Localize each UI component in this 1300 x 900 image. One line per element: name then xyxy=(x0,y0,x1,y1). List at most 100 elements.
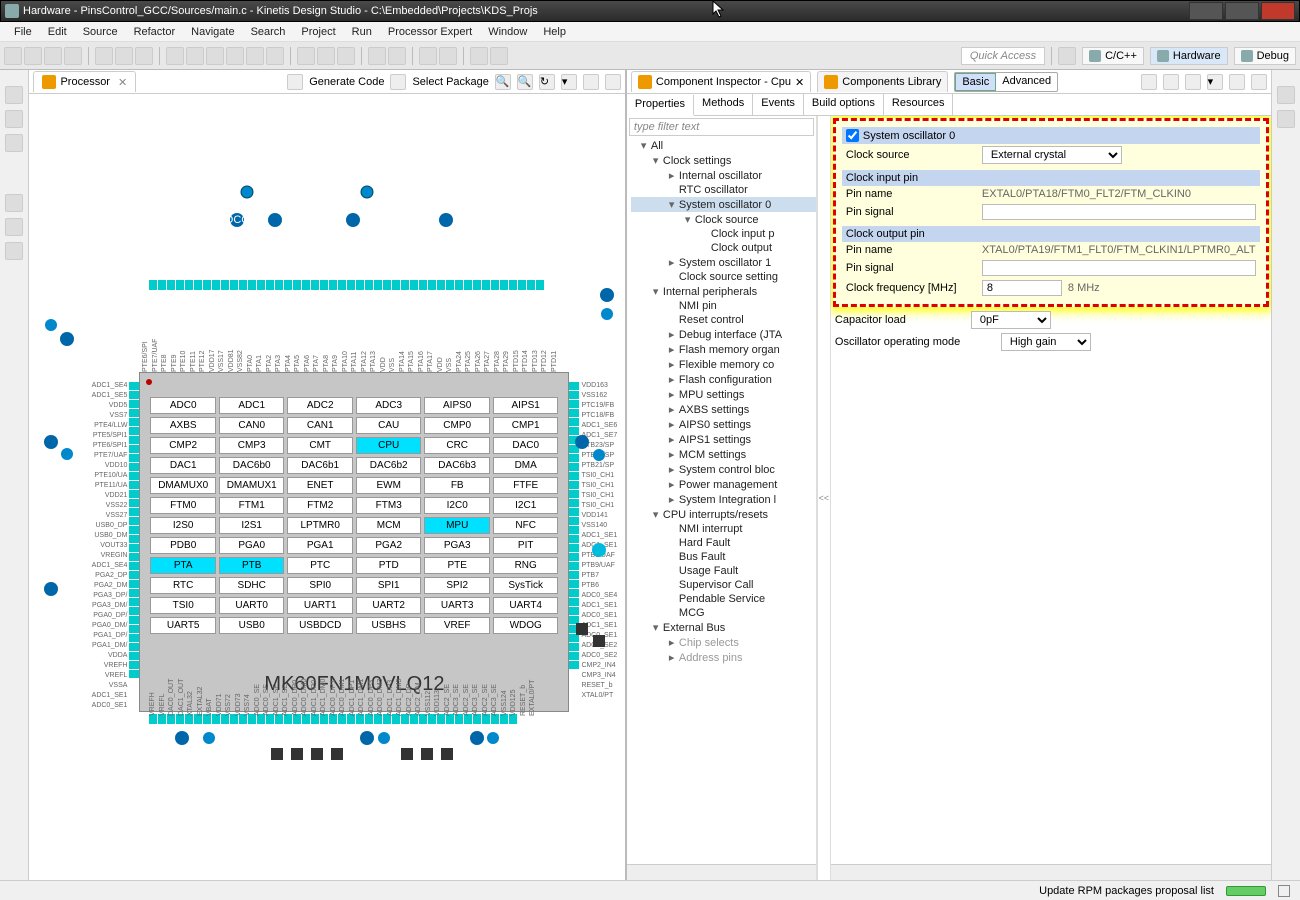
chip-block-adc3[interactable]: ADC3 xyxy=(356,397,422,414)
build-icon[interactable] xyxy=(95,47,113,65)
tree-node[interactable]: ▸Chip selects xyxy=(631,635,816,650)
cap-load-select[interactable]: 0pF xyxy=(971,311,1051,329)
chip-block-pta[interactable]: PTA xyxy=(150,557,216,574)
minimize-button[interactable] xyxy=(1189,2,1223,20)
pin[interactable] xyxy=(455,280,463,290)
chip-block-ptc[interactable]: PTC xyxy=(287,557,353,574)
pin[interactable] xyxy=(473,280,481,290)
trim-view1-icon[interactable] xyxy=(5,86,23,104)
chip-block-adc0[interactable]: ADC0 xyxy=(150,397,216,414)
chip-block-dac6b3[interactable]: DAC6b3 xyxy=(424,457,490,474)
menu-search[interactable]: Search xyxy=(243,24,294,40)
debug-resume-icon[interactable] xyxy=(166,47,184,65)
chip-block-uart3[interactable]: UART3 xyxy=(424,597,490,614)
menu-help[interactable]: Help xyxy=(535,24,574,40)
chip-block-rtc[interactable]: RTC xyxy=(150,577,216,594)
pin[interactable] xyxy=(129,436,139,444)
pin[interactable] xyxy=(569,463,579,471)
chip-block-nfc[interactable]: NFC xyxy=(493,517,559,534)
pin[interactable] xyxy=(464,280,472,290)
annotate-icon[interactable] xyxy=(439,47,457,65)
pin[interactable] xyxy=(293,280,301,290)
save-icon[interactable] xyxy=(24,47,42,65)
subtab-events[interactable]: Events xyxy=(753,94,804,115)
menu-file[interactable]: File xyxy=(6,24,40,40)
pin[interactable] xyxy=(129,445,139,453)
pin[interactable] xyxy=(311,280,319,290)
tree-node[interactable]: Clock input p xyxy=(631,227,816,241)
chip-block-dma[interactable]: DMA xyxy=(493,457,559,474)
pin[interactable] xyxy=(129,571,139,579)
pin[interactable] xyxy=(569,400,579,408)
close-tab-icon[interactable]: ✕ xyxy=(795,76,804,89)
pin[interactable] xyxy=(149,280,157,290)
chip-block-ptb[interactable]: PTB xyxy=(219,557,285,574)
chip-block-i2s0[interactable]: I2S0 xyxy=(150,517,216,534)
pin[interactable] xyxy=(129,526,139,534)
pin[interactable] xyxy=(569,652,579,660)
pin[interactable] xyxy=(569,391,579,399)
osc-enable-checkbox[interactable] xyxy=(846,129,859,142)
pin[interactable] xyxy=(239,280,247,290)
subtab-methods[interactable]: Methods xyxy=(694,94,753,115)
chip-block-aips0[interactable]: AIPS0 xyxy=(424,397,490,414)
pin[interactable] xyxy=(129,499,139,507)
pin[interactable] xyxy=(230,280,238,290)
new-folder-icon[interactable] xyxy=(388,47,406,65)
mode-advanced[interactable]: Advanced xyxy=(996,73,1057,91)
pin[interactable] xyxy=(437,280,445,290)
pin[interactable] xyxy=(129,481,139,489)
clock-source-select[interactable]: External crystal xyxy=(982,146,1122,164)
pin[interactable] xyxy=(569,643,579,651)
pin[interactable] xyxy=(569,661,579,669)
pin[interactable] xyxy=(569,382,579,390)
chip-block-pdb0[interactable]: PDB0 xyxy=(150,537,216,554)
pin[interactable] xyxy=(129,553,139,561)
generate-code-icon[interactable] xyxy=(287,74,303,90)
trim-r2-icon[interactable] xyxy=(1277,110,1295,128)
pin[interactable] xyxy=(129,535,139,543)
zoom-out-icon[interactable]: 🔍 xyxy=(517,74,533,90)
pin[interactable] xyxy=(569,454,579,462)
chip-block-spi2[interactable]: SPI2 xyxy=(424,577,490,594)
chip-block-i2s1[interactable]: I2S1 xyxy=(219,517,285,534)
pin[interactable] xyxy=(129,490,139,498)
maximize-button[interactable] xyxy=(1225,2,1259,20)
menu-window[interactable]: Window xyxy=(480,24,535,40)
chip-block-mcm[interactable]: MCM xyxy=(356,517,422,534)
tree-node[interactable]: ▸System oscillator 1 xyxy=(631,255,816,270)
pin[interactable] xyxy=(569,481,579,489)
chip-block-pte[interactable]: PTE xyxy=(424,557,490,574)
chip-block-i2c1[interactable]: I2C1 xyxy=(493,497,559,514)
chip-block-adc1[interactable]: ADC1 xyxy=(219,397,285,414)
hammer-icon[interactable] xyxy=(115,47,133,65)
tree-scrollbar[interactable] xyxy=(627,864,816,880)
perspective-debug[interactable]: Debug xyxy=(1234,47,1296,65)
tree-node[interactable]: ▸Flash configuration xyxy=(631,372,816,387)
pin[interactable] xyxy=(129,652,139,660)
tree-node[interactable]: NMI pin xyxy=(631,299,816,313)
pin[interactable] xyxy=(569,607,579,615)
pin[interactable] xyxy=(374,280,382,290)
processor-tab[interactable]: Processor✕ xyxy=(33,71,136,92)
pin[interactable] xyxy=(129,544,139,552)
debug-pause-icon[interactable] xyxy=(186,47,204,65)
chip-block-can0[interactable]: CAN0 xyxy=(219,417,285,434)
pin[interactable] xyxy=(129,625,139,633)
pin[interactable] xyxy=(129,670,139,678)
pin[interactable] xyxy=(320,280,328,290)
pin[interactable] xyxy=(248,280,256,290)
chip-block-enet[interactable]: ENET xyxy=(287,477,353,494)
tree-node[interactable]: ▸MPU settings xyxy=(631,387,816,402)
chip-block-uart0[interactable]: UART0 xyxy=(219,597,285,614)
chip-block-uart4[interactable]: UART4 xyxy=(493,597,559,614)
tree-node[interactable]: ▾CPU interrupts/resets xyxy=(631,507,816,522)
chip-block-pga0[interactable]: PGA0 xyxy=(219,537,285,554)
new-icon[interactable] xyxy=(4,47,22,65)
pin[interactable] xyxy=(221,280,229,290)
chip-block-dac6b0[interactable]: DAC6b0 xyxy=(219,457,285,474)
pin[interactable] xyxy=(569,472,579,480)
tree-node[interactable]: ▸AIPS1 settings xyxy=(631,432,816,447)
chip-block-dmamux1[interactable]: DMAMUX1 xyxy=(219,477,285,494)
trim-view2-icon[interactable] xyxy=(5,110,23,128)
